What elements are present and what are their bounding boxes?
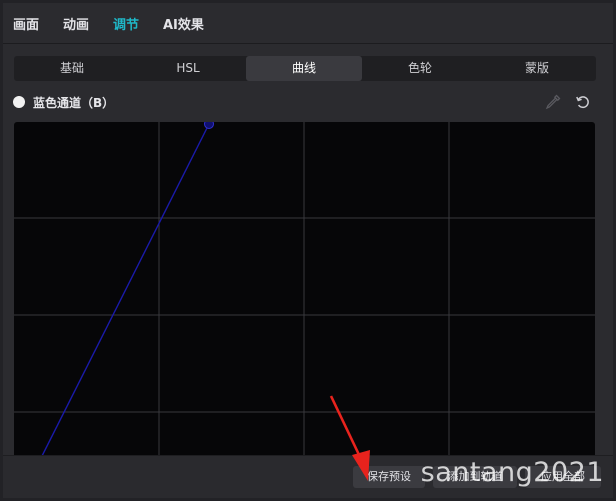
curve-editor[interactable]	[14, 122, 595, 462]
curve-graph	[14, 122, 595, 462]
sub-tab-bar: 基础 HSL 曲线 色轮 蒙版	[14, 56, 596, 81]
eyedropper-icon[interactable]	[544, 93, 562, 111]
blue-curve	[39, 123, 210, 461]
save-preset-button[interactable]: 保存预设	[353, 466, 425, 488]
channel-row: 蓝色通道（B）	[3, 90, 613, 114]
channel-radio[interactable]	[13, 96, 25, 108]
add-to-track-button[interactable]: 添加到轨道	[433, 466, 517, 488]
bottom-bar: 保存预设 添加到轨道 应用全部	[3, 455, 613, 498]
channel-label: 蓝色通道（B）	[33, 96, 115, 110]
adjust-panel: 画面 动画 调节 AI效果 基础 HSL 曲线 色轮 蒙版 蓝色通道（B） 保存…	[3, 3, 613, 498]
reset-icon[interactable]	[574, 93, 592, 111]
tab-adjust[interactable]: 调节	[113, 14, 139, 33]
tab-animation[interactable]: 动画	[63, 14, 89, 33]
tab-ai-effects[interactable]: AI效果	[163, 14, 204, 33]
top-tab-bar: 画面 动画 调节 AI效果	[3, 3, 613, 44]
tab-picture[interactable]: 画面	[13, 14, 39, 33]
tab-mask[interactable]: 蒙版	[478, 56, 596, 81]
tab-hsl[interactable]: HSL	[130, 56, 246, 81]
tab-curves[interactable]: 曲线	[246, 56, 362, 81]
curve-control-point[interactable]	[204, 122, 214, 129]
tab-basic[interactable]: 基础	[14, 56, 130, 81]
tab-color-wheel[interactable]: 色轮	[362, 56, 478, 81]
apply-all-button[interactable]: 应用全部	[525, 466, 601, 488]
